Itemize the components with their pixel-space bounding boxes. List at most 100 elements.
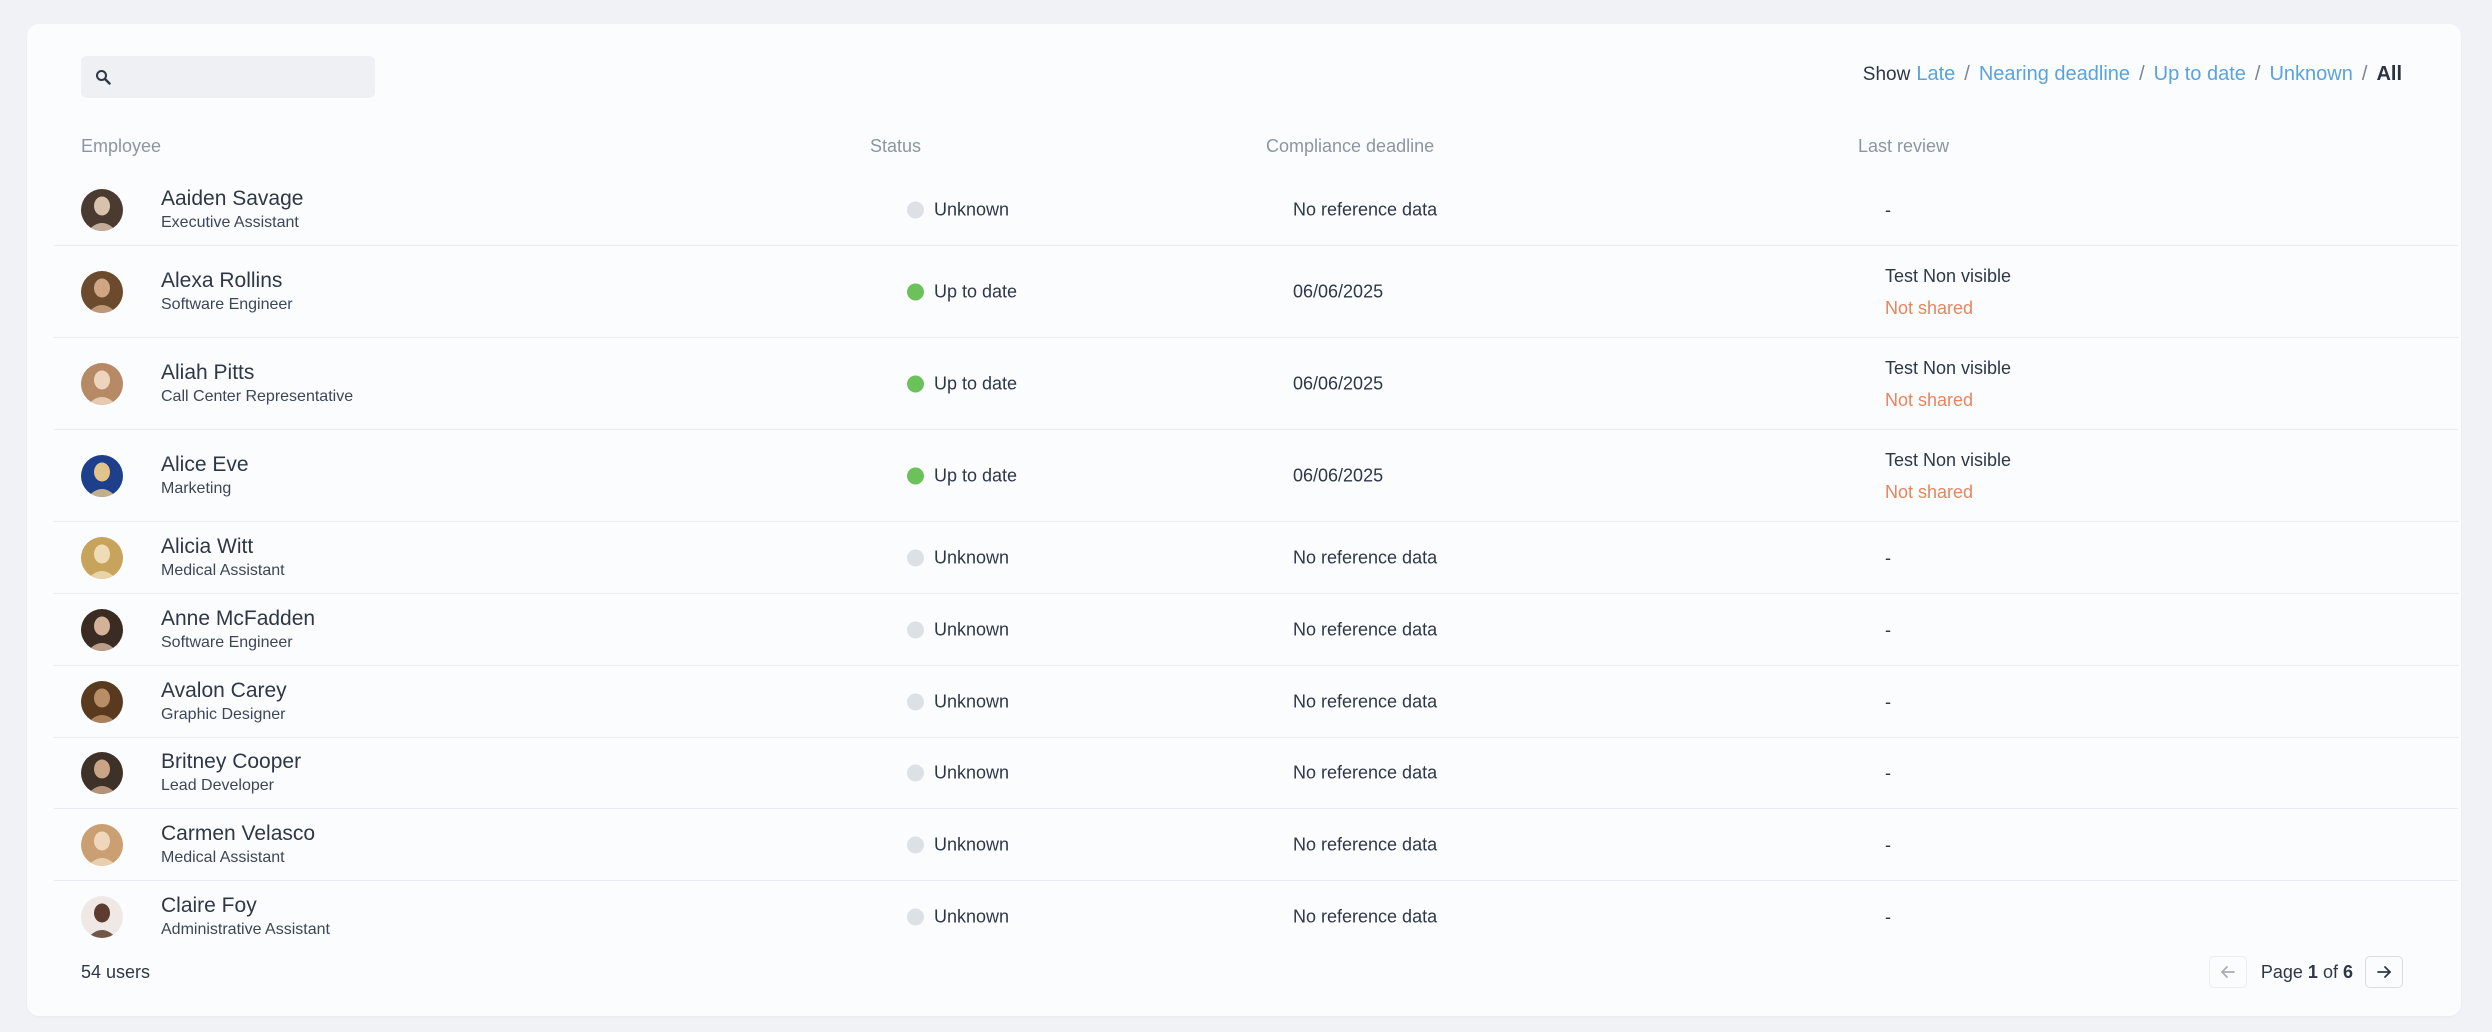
last-review-cell: - [1885,761,1891,785]
employees-card: Show Late / Nearing deadline / Up to dat… [27,24,2461,1016]
employee-cell: Britney Cooper Lead Developer [161,749,301,797]
status-cell: Unknown [907,619,1009,640]
table-row[interactable]: Carmen Velasco Medical Assistant Unknown… [54,809,2458,881]
employee-name[interactable]: Claire Foy [161,893,330,919]
employee-name[interactable]: Anne McFadden [161,606,315,632]
last-review: - [1885,619,1891,640]
page-indicator: Page 1 of 6 [2261,962,2353,983]
employee-cell: Claire Foy Administrative Assistant [161,893,330,941]
column-header-employee[interactable]: Employee [81,136,161,157]
employee-name[interactable]: Avalon Carey [161,678,287,704]
current-page: 1 [2307,961,2318,982]
of-label: of [2322,961,2338,982]
total-pages: 6 [2342,961,2353,982]
avatar[interactable] [81,680,123,723]
avatar[interactable] [81,362,123,405]
filter-nearing-deadline[interactable]: Nearing deadline [1979,63,2130,86]
compliance-deadline: 06/06/2025 [1293,373,1384,393]
last-review: - [1885,199,1891,220]
search-box[interactable] [81,55,375,99]
last-review-cell: Test Non visible Not shared [1885,264,2011,320]
status-label: Up to date [934,281,1018,301]
status-cell: Unknown [907,547,1009,568]
avatar[interactable] [81,454,123,497]
last-review: Test Non visible [1885,449,2012,470]
compliance-deadline: No reference data [1293,906,1438,927]
employee-cell: Alicia Witt Medical Assistant [161,534,285,582]
compliance-deadline: No reference data [1293,834,1438,854]
status-label: Up to date [934,465,1018,485]
column-header-status[interactable]: Status [870,136,921,157]
employee-role: Graphic Designer [161,705,286,723]
review-share-status: Not shared [1885,389,1974,410]
employee-cell: Alexa Rollins Software Engineer [161,268,293,316]
table-row[interactable]: Claire Foy Administrative Assistant Unkn… [54,881,2458,953]
avatar[interactable] [81,536,123,579]
employee-cell: Avalon Carey Graphic Designer [161,678,287,726]
search-input[interactable] [121,55,375,99]
table-row[interactable]: Britney Cooper Lead Developer Unknown No… [54,738,2458,809]
status-cell: Up to date [907,373,1017,394]
last-review-cell: - [1885,690,1891,714]
employee-name[interactable]: Aaiden Savage [161,186,303,212]
avatar[interactable] [81,188,123,231]
user-count: 54 users [81,962,151,982]
table-row[interactable]: Aliah Pitts Call Center Representative U… [54,338,2458,430]
arrow-left-icon [2220,966,2235,978]
table-row[interactable]: Alicia Witt Medical Assistant Unknown No… [54,522,2458,594]
avatar[interactable] [81,270,123,313]
status-label: Up to date [934,373,1018,393]
status-cell: Unknown [907,199,1009,220]
avatar[interactable] [81,608,123,651]
filter-up-to-date[interactable]: Up to date [2154,63,2246,86]
employee-name[interactable]: Alicia Witt [161,534,285,560]
prev-page-button[interactable] [2208,956,2247,988]
pagination: Page 1 of 6 [2208,956,2403,988]
table-row[interactable]: Anne McFadden Software Engineer Unknown … [54,594,2458,666]
status-dot-icon [907,375,924,392]
status-dot-icon [907,621,924,638]
filter-separator: / [2254,63,2261,85]
last-review-cell: - [1885,833,1891,857]
employee-role: Software Engineer [161,295,293,313]
employee-role: Medical Assistant [161,561,285,579]
filter-unknown[interactable]: Unknown [2269,63,2352,86]
review-share-status: Not shared [1885,481,1974,502]
filter-all[interactable]: All [2376,63,2402,86]
table-row[interactable]: Alice Eve Marketing Up to date 06/06/202… [54,430,2458,522]
table-row[interactable]: Avalon Carey Graphic Designer Unknown No… [54,666,2458,738]
status-cell: Unknown [907,834,1009,855]
employee-name[interactable]: Britney Cooper [161,749,301,775]
status-cell: Unknown [907,907,1009,928]
last-review: - [1885,691,1891,712]
employee-cell: Aaiden Savage Executive Assistant [161,186,303,234]
last-review-cell: Test Non visible Not shared [1885,356,2011,412]
filter-late[interactable]: Late [1916,63,1955,86]
employee-name[interactable]: Alice Eve [161,452,249,478]
employee-cell: Carmen Velasco Medical Assistant [161,821,315,869]
last-review: - [1885,763,1891,783]
employee-name[interactable]: Aliah Pitts [161,360,353,386]
employee-name[interactable]: Alexa Rollins [161,268,293,294]
table-row[interactable]: Alexa Rollins Software Engineer Up to da… [54,246,2458,338]
status-label: Unknown [934,199,1010,219]
last-review-cell: - [1885,905,1891,929]
employee-cell: Anne McFadden Software Engineer [161,606,315,654]
status-label: Unknown [934,691,1010,711]
column-header-last-review[interactable]: Last review [1858,136,1949,157]
status-dot-icon [907,764,924,782]
avatar[interactable] [81,896,123,938]
last-review-cell: - [1885,198,1891,222]
status-dot-icon [907,201,924,218]
page-label: Page [2260,961,2303,982]
table-row[interactable]: Aaiden Savage Executive Assistant Unknow… [54,174,2458,246]
next-page-button[interactable] [2365,956,2403,988]
avatar[interactable] [81,823,123,866]
column-header-compliance-deadline[interactable]: Compliance deadline [1266,136,1434,157]
compliance-deadline: 06/06/2025 [1293,281,1384,301]
avatar[interactable] [81,752,123,794]
status-cell: Unknown [907,691,1009,712]
employee-cell: Aliah Pitts Call Center Representative [161,360,353,408]
status-dot-icon [907,467,924,484]
employee-name[interactable]: Carmen Velasco [161,821,315,847]
